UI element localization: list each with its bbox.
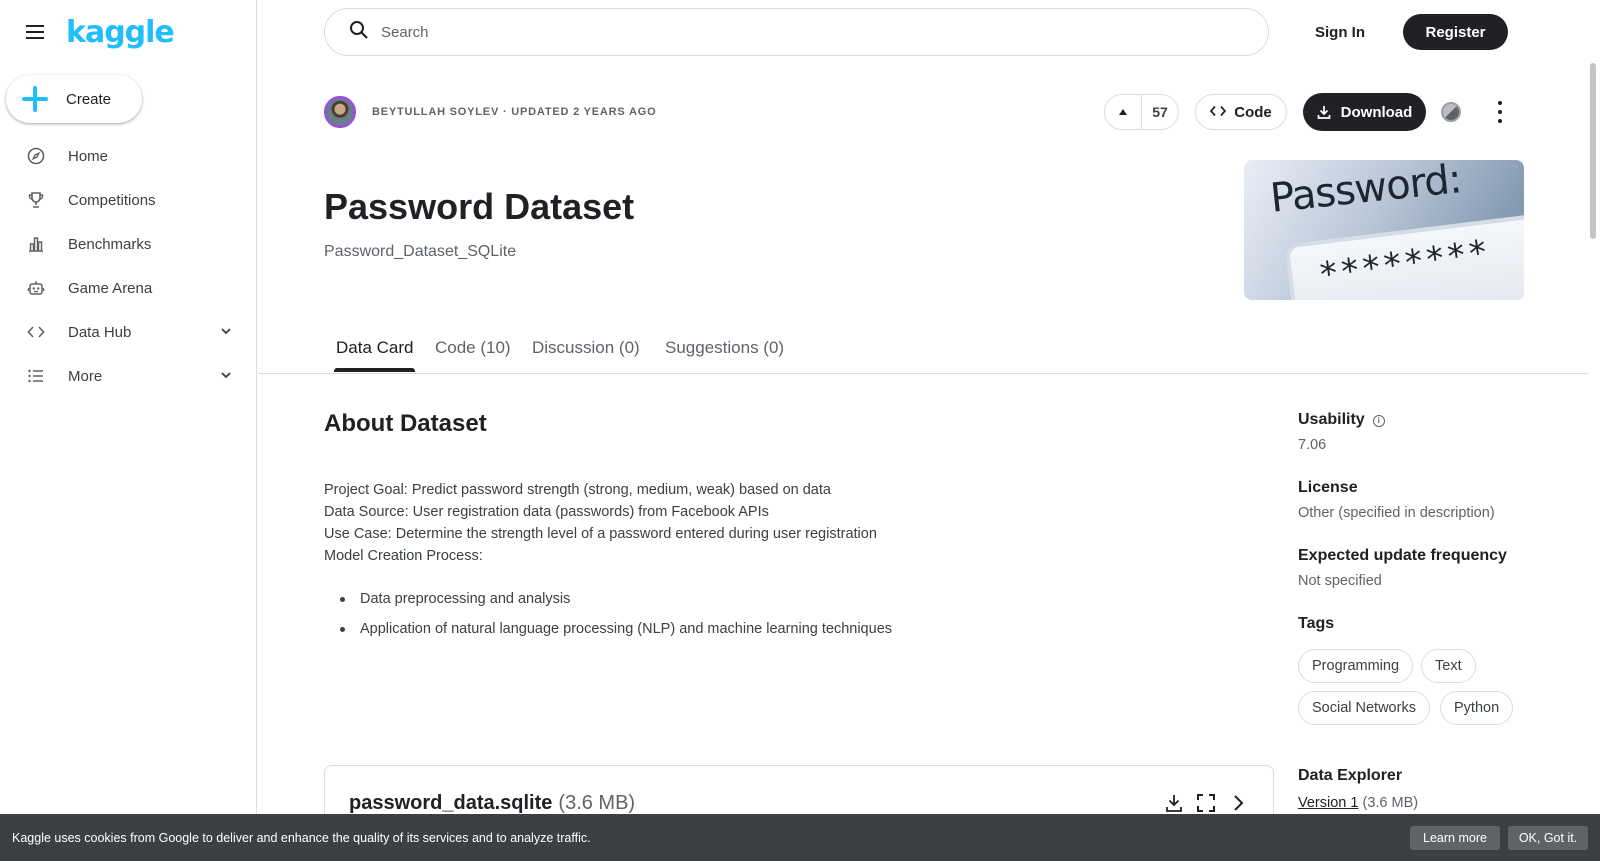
data-explorer-section: Data Explorer Version 1 (3.6 MB) xyxy=(1298,767,1418,811)
chevron-down-icon[interactable] xyxy=(220,324,232,342)
upvote-arrow-icon[interactable] xyxy=(1105,95,1142,129)
ok-got-it-button[interactable]: OK, Got it. xyxy=(1508,826,1588,850)
tag-chip[interactable]: Text xyxy=(1421,649,1476,683)
license-section: License Other (specified in description) xyxy=(1298,479,1495,521)
tab-data-card[interactable]: Data Card xyxy=(336,338,413,358)
license-value: Other (specified in description) xyxy=(1298,505,1495,521)
description-line: Model Creation Process: xyxy=(324,548,483,564)
upvote-control: 57 xyxy=(1104,94,1179,130)
plus-icon xyxy=(22,86,48,112)
tag-chip[interactable]: Programming xyxy=(1298,649,1414,683)
frequency-value: Not specified xyxy=(1298,573,1382,589)
compass-icon xyxy=(26,146,46,166)
page-title: Password Dataset xyxy=(324,186,635,227)
sidebar-item-data-hub[interactable]: Data Hub xyxy=(0,310,256,354)
active-tab-indicator xyxy=(334,368,415,372)
list-item: Application of natural language processi… xyxy=(340,618,892,648)
sidebar-item-label: More xyxy=(68,367,103,385)
tag-chip[interactable]: Social Networks xyxy=(1298,691,1430,725)
description-line: Project Goal: Predict password strength … xyxy=(324,482,831,498)
download-icon xyxy=(1317,106,1331,119)
author-row: BEYTULLAH SOYLEV · UPDATED 2 YEARS AGO xyxy=(324,96,656,128)
sidebar-item-label: Benchmarks xyxy=(68,235,152,253)
tags-label: Tags xyxy=(1298,615,1335,632)
data-explorer-label: Data Explorer xyxy=(1298,767,1403,784)
file-name-row: password_data.sqlite (3.6 MB) xyxy=(349,792,635,815)
sidebar-item-label: Game Arena xyxy=(68,279,153,297)
tab-code[interactable]: Code (10) xyxy=(435,338,511,358)
author-meta: BEYTULLAH SOYLEV · UPDATED 2 YEARS AGO xyxy=(372,106,657,118)
list-item: Data preprocessing and analysis xyxy=(340,588,892,618)
create-label: Create xyxy=(66,90,112,108)
sidebar-item-competitions[interactable]: Competitions xyxy=(0,178,256,222)
sidebar-nav: Home Competitions Benchmarks Game Arena … xyxy=(0,134,256,398)
learn-more-button[interactable]: Learn more xyxy=(1410,826,1500,850)
list-icon xyxy=(26,366,46,386)
theme-toggle-icon[interactable] xyxy=(1441,102,1461,122)
file-size: (3.6 MB) xyxy=(558,792,636,814)
about-heading: About Dataset xyxy=(324,410,487,437)
frequency-section: Expected update frequency Not specified xyxy=(1298,547,1507,589)
sidebar-item-benchmarks[interactable]: Benchmarks xyxy=(0,222,256,266)
version-link[interactable]: Version 1 xyxy=(1298,795,1358,811)
about-description: Project Goal: Predict password strength … xyxy=(324,479,877,567)
frequency-label: Expected update frequency xyxy=(1298,547,1507,564)
hamburger-menu-icon[interactable] xyxy=(24,24,46,40)
tag-chip[interactable]: Python xyxy=(1440,691,1514,725)
download-button[interactable]: Download xyxy=(1303,93,1426,131)
usability-label: Usability xyxy=(1298,411,1365,428)
search-input[interactable]: Search xyxy=(324,8,1269,56)
page-subtitle: Password_Dataset_SQLite xyxy=(324,243,517,260)
sidebar-item-game-arena[interactable]: Game Arena xyxy=(0,266,256,310)
usability-section: Usability i 7.06 xyxy=(1298,411,1385,453)
more-options-icon[interactable] xyxy=(1497,101,1503,123)
robot-icon xyxy=(26,278,46,298)
code-button[interactable]: Code xyxy=(1195,94,1287,130)
file-name[interactable]: password_data.sqlite xyxy=(349,792,552,814)
avatar[interactable] xyxy=(324,96,356,128)
sidebar-item-label: Home xyxy=(68,147,109,165)
sidebar-item-more[interactable]: More xyxy=(0,354,256,398)
tab-bar: Data Card Code (10) Discussion (0) Sugge… xyxy=(258,322,1588,374)
sidebar-item-home[interactable]: Home xyxy=(0,134,256,178)
sidebar: kaggle Create Home Competitions Benchmar… xyxy=(0,0,257,861)
description-line: Use Case: Determine the strength level o… xyxy=(324,526,877,542)
tab-discussion[interactable]: Discussion (0) xyxy=(532,338,640,358)
version-size: (3.6 MB) xyxy=(1362,795,1419,811)
sidebar-item-label: Competitions xyxy=(68,191,156,209)
cookie-message: Kaggle uses cookies from Google to deliv… xyxy=(12,830,591,845)
info-icon[interactable]: i xyxy=(1372,415,1385,427)
cookie-banner: Kaggle uses cookies from Google to deliv… xyxy=(0,814,1600,861)
download-button-label: Download xyxy=(1340,103,1413,121)
code-button-label: Code xyxy=(1234,103,1272,121)
page-scrollbar[interactable] xyxy=(1590,63,1596,239)
sign-in-button[interactable]: Sign In xyxy=(1300,14,1380,50)
register-button[interactable]: Register xyxy=(1403,14,1508,50)
tab-suggestions[interactable]: Suggestions (0) xyxy=(665,338,784,358)
license-label: License xyxy=(1298,479,1358,496)
thumbnail-heading: Password: xyxy=(1268,160,1464,222)
create-button[interactable]: Create xyxy=(6,75,142,123)
chevron-down-icon[interactable] xyxy=(220,368,232,386)
dataset-thumbnail: Password: ******** xyxy=(1244,160,1524,300)
bar-chart-icon xyxy=(26,234,46,254)
code-icon xyxy=(1210,105,1227,120)
code-brackets-icon xyxy=(26,322,46,342)
trophy-icon xyxy=(26,190,46,210)
sidebar-item-label: Data Hub xyxy=(68,323,132,341)
description-line: Data Source: User registration data (pas… xyxy=(324,504,769,520)
sidebar-header: kaggle xyxy=(24,15,175,50)
usability-value: 7.06 xyxy=(1298,437,1327,453)
upvote-count[interactable]: 57 xyxy=(1142,104,1178,120)
search-icon xyxy=(349,20,369,45)
kaggle-logo[interactable]: kaggle xyxy=(66,15,175,50)
about-bullet-list: Data preprocessing and analysis Applicat… xyxy=(340,588,892,648)
search-placeholder: Search xyxy=(381,23,429,41)
